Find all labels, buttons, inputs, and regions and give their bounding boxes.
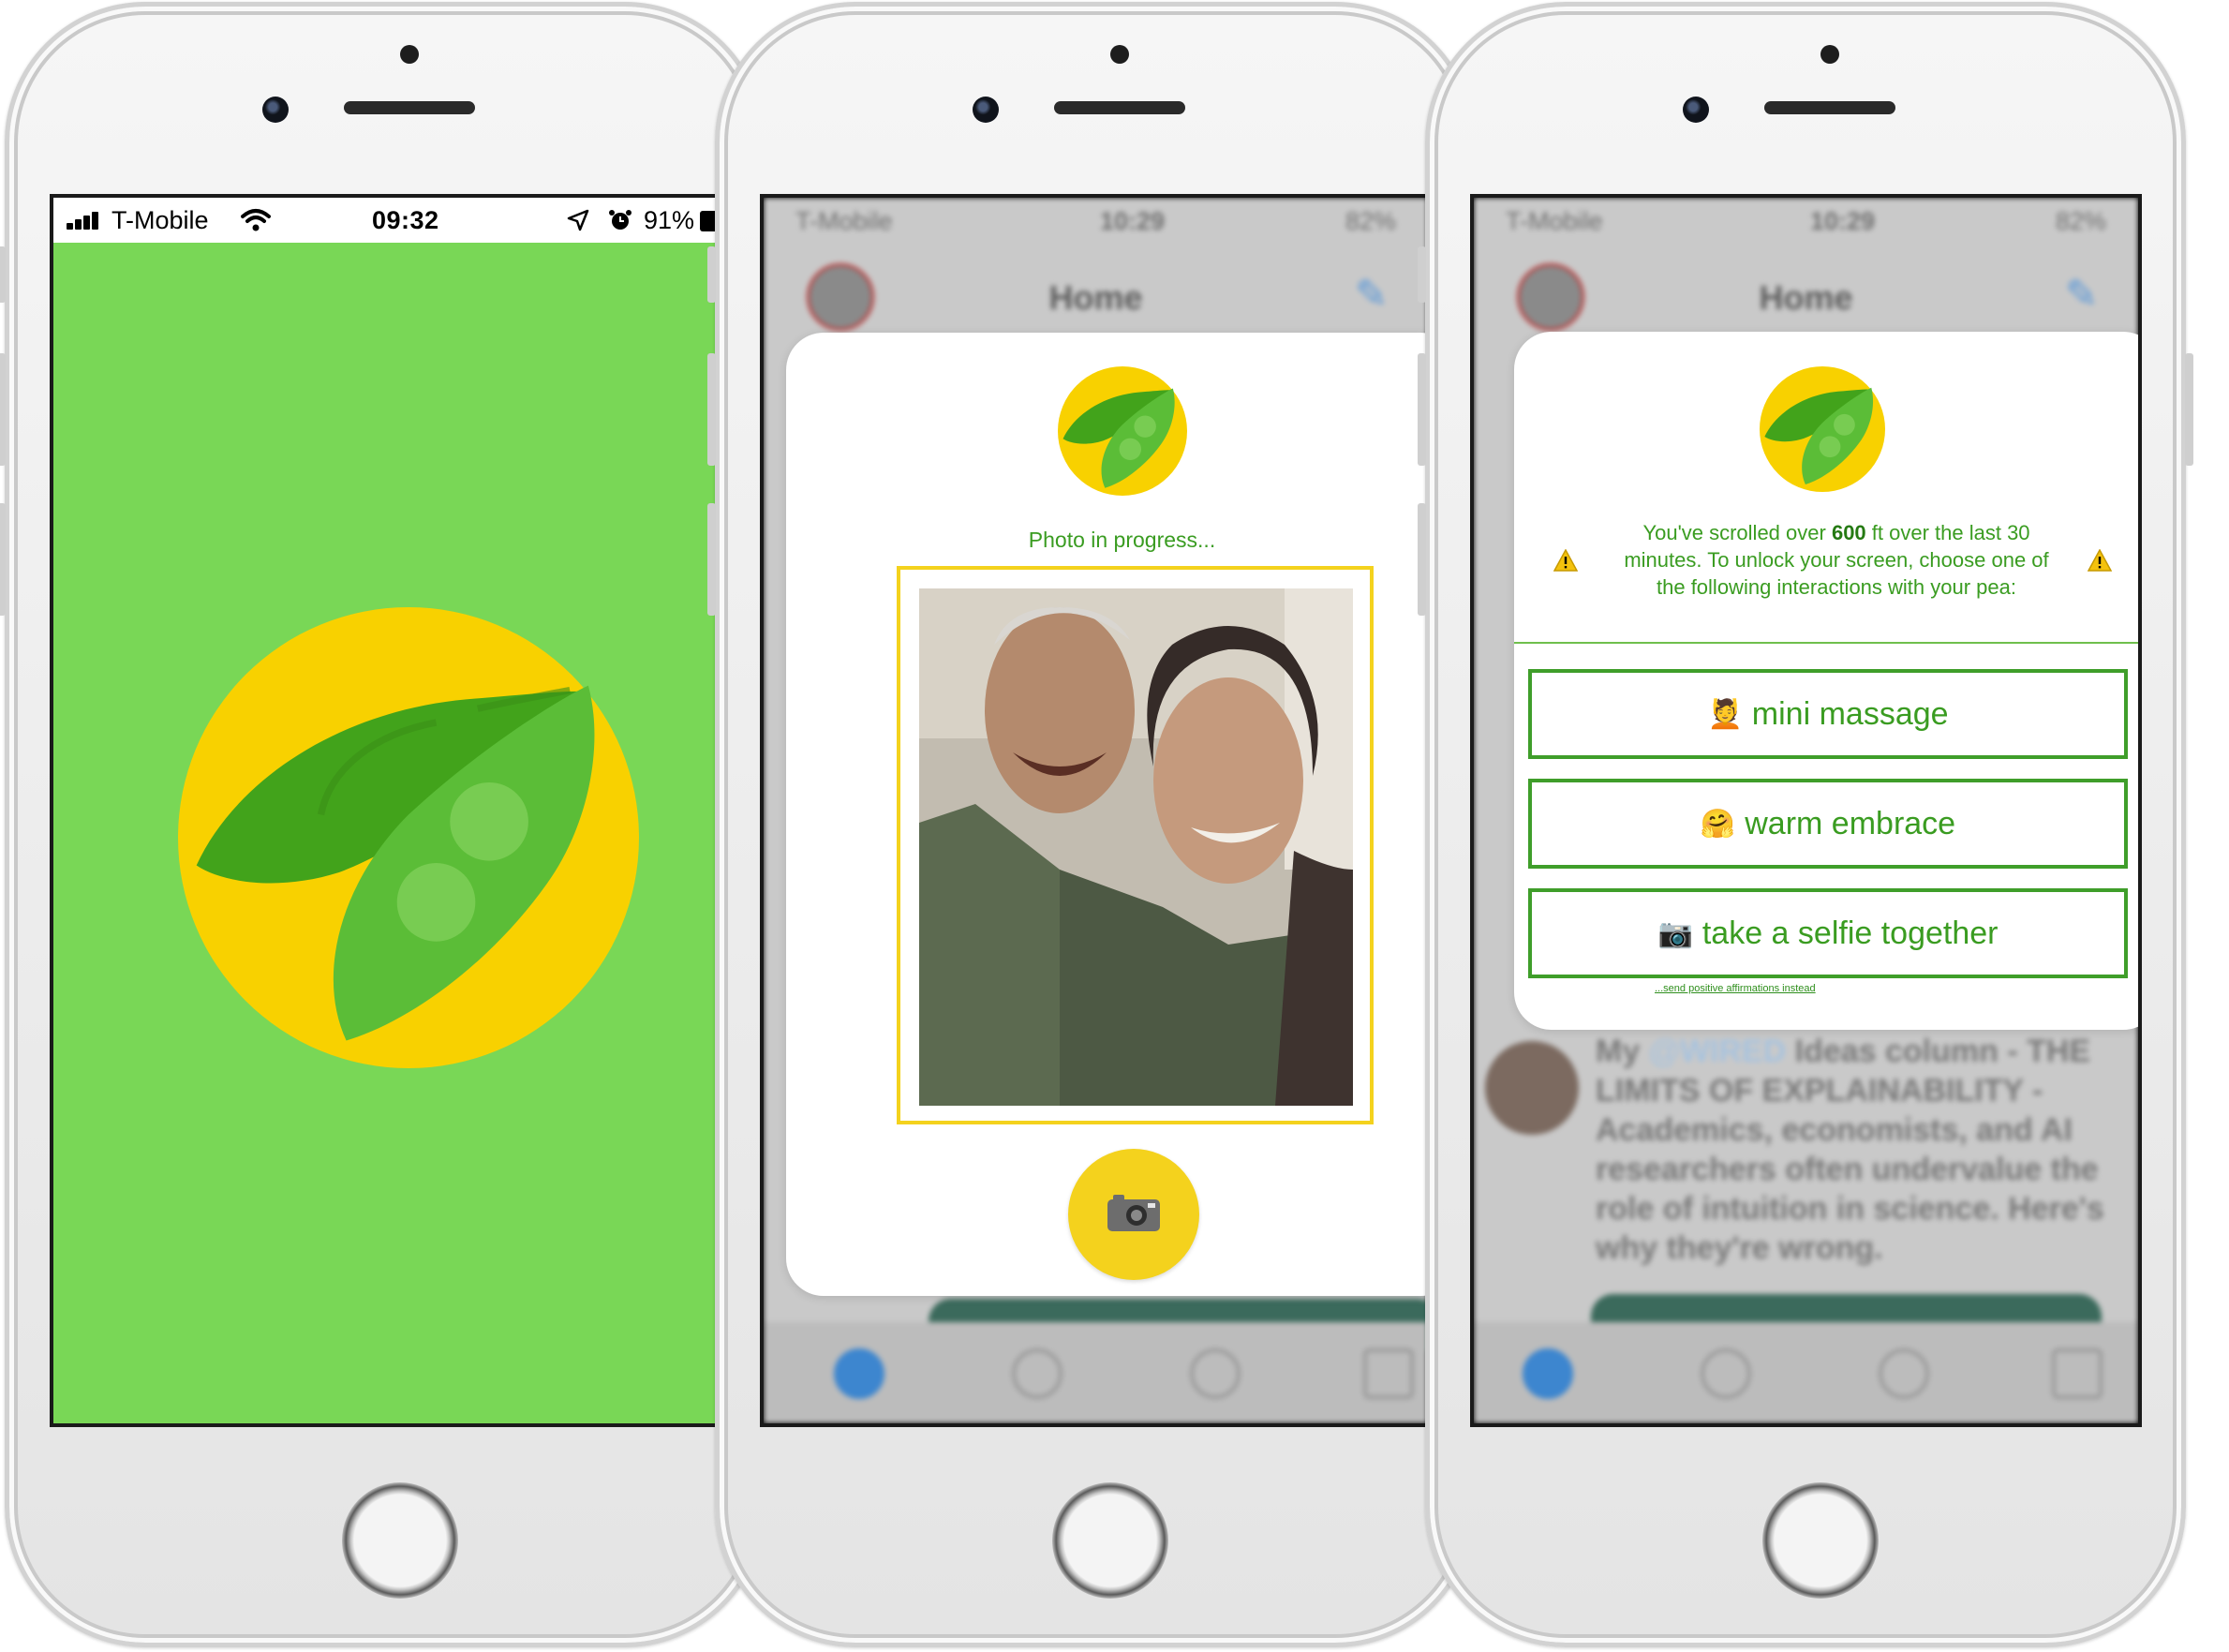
tweet-mention: @WIRED <box>1648 1034 1787 1069</box>
mute-switch <box>0 246 6 303</box>
mute-switch <box>1418 246 1426 303</box>
background-page-title: Home <box>1048 278 1143 317</box>
pea-pod-logo <box>1058 366 1187 496</box>
earpiece-speaker <box>344 101 475 114</box>
option-label: warm embrace <box>1745 805 1956 841</box>
background-battery: 82% <box>2055 207 2106 235</box>
scroll-warning-message: You've scrolled over 600 ft over the las… <box>1612 519 2061 601</box>
tweet-author-avatar <box>1485 1041 1579 1135</box>
status-bar: T-Mobile 09:32 91% <box>53 198 718 243</box>
tab-bar <box>1474 1322 2138 1423</box>
photo-status-text: Photo in progress... <box>1028 528 1216 552</box>
proximity-sensor <box>1820 45 1839 64</box>
proximity-sensor <box>400 45 419 64</box>
proximity-sensor <box>1110 45 1129 64</box>
option-label: take a selfie together <box>1701 915 1999 951</box>
volume-up-button <box>0 353 6 466</box>
pea-pod-logo <box>178 607 639 1068</box>
power-button <box>2185 353 2193 466</box>
tab-home-icon <box>1523 1348 1573 1399</box>
screen: T-Mobile 09:32 91% <box>50 194 721 1427</box>
tab-home-icon <box>834 1348 884 1399</box>
home-button[interactable] <box>1052 1482 1168 1599</box>
front-camera <box>262 97 289 123</box>
volume-down-button <box>707 503 716 616</box>
location-arrow-icon <box>567 209 589 231</box>
warning-icon <box>1553 549 1578 572</box>
background-battery: 82% <box>1345 207 1396 235</box>
background-clock: 10:29 <box>1100 207 1166 235</box>
warm-embrace-button[interactable]: 🤗 warm embrace <box>1528 779 2128 869</box>
scroll-distance: 600 <box>1831 521 1866 544</box>
photo-frame <box>897 566 1374 1124</box>
message-text-before: You've scrolled over <box>1642 521 1832 544</box>
compose-icon: ✎ <box>1355 272 1389 316</box>
earpiece-speaker <box>1764 101 1895 114</box>
tab-search-icon <box>1012 1348 1062 1399</box>
wifi-icon <box>241 209 271 231</box>
volume-down-button <box>0 503 6 616</box>
camera-icon: 📷 <box>1657 916 1693 950</box>
positive-affirmations-link[interactable]: ...send positive affirmations instead <box>1655 983 1816 994</box>
modal-divider <box>1514 642 2138 644</box>
photo-modal: Photo in progress... <box>786 333 1428 1296</box>
massage-icon: 💆 <box>1707 697 1743 731</box>
tab-notifications-icon <box>1879 1348 1929 1399</box>
background-status-bar: T-Mobile 10:29 82% <box>777 203 1415 241</box>
battery-percentage: 91% <box>644 206 695 234</box>
tweet-text: My @WIRED Ideas column - THE LIMITS OF E… <box>1596 1032 2120 1268</box>
tab-bar <box>764 1322 1428 1423</box>
background-clock: 10:29 <box>1810 207 1876 235</box>
tab-messages-icon <box>1363 1348 1414 1399</box>
home-button[interactable] <box>342 1482 458 1599</box>
volume-down-button <box>1418 503 1426 616</box>
unlock-choice-modal: You've scrolled over 600 ft over the las… <box>1514 332 2138 1030</box>
warning-icon <box>2088 549 2112 572</box>
front-camera <box>973 97 999 123</box>
background-carrier: T-Mobile <box>795 207 893 235</box>
tab-search-icon <box>1701 1348 1751 1399</box>
background-carrier: T-Mobile <box>1506 207 1603 235</box>
clock: 09:32 <box>372 206 439 234</box>
background-page-title: Home <box>1759 278 1853 317</box>
compose-icon: ✎ <box>2065 272 2099 316</box>
mute-switch <box>707 246 716 303</box>
selfie-photo <box>919 588 1353 1106</box>
pea-pod-logo <box>1760 366 1885 492</box>
shutter-button[interactable] <box>1068 1149 1199 1280</box>
phone-device-splash: T-Mobile 09:32 91% <box>0 2 773 1647</box>
phone-device-choices: T-Mobile 10:29 82% Home ✎ My @WIRED Idea… <box>1418 2 2193 1647</box>
screen: T-Mobile 10:29 82% Home ✎ Photo in progr… <box>760 194 1432 1427</box>
signal-strength-icon <box>67 211 102 230</box>
tab-messages-icon <box>2052 1348 2103 1399</box>
screen: T-Mobile 10:29 82% Home ✎ My @WIRED Idea… <box>1470 194 2142 1427</box>
volume-up-button <box>1418 353 1426 466</box>
carrier-label: T-Mobile <box>111 206 209 234</box>
home-button[interactable] <box>1762 1482 1879 1599</box>
alarm-clock-icon <box>609 210 632 230</box>
option-label: mini massage <box>1751 695 1949 732</box>
volume-up-button <box>707 353 716 466</box>
earpiece-speaker <box>1054 101 1185 114</box>
selfie-together-button[interactable]: 📷 take a selfie together <box>1528 888 2128 978</box>
hug-icon: 🤗 <box>1700 807 1736 841</box>
phone-device-photo: T-Mobile 10:29 82% Home ✎ Photo in progr… <box>707 2 1483 1647</box>
mini-massage-button[interactable]: 💆 mini massage <box>1528 669 2128 759</box>
front-camera <box>1683 97 1709 123</box>
tweet-text-before: My <box>1596 1034 1649 1069</box>
tab-notifications-icon <box>1190 1348 1241 1399</box>
background-status-bar: T-Mobile 10:29 82% <box>1487 203 2125 241</box>
camera-icon <box>1107 1195 1160 1231</box>
